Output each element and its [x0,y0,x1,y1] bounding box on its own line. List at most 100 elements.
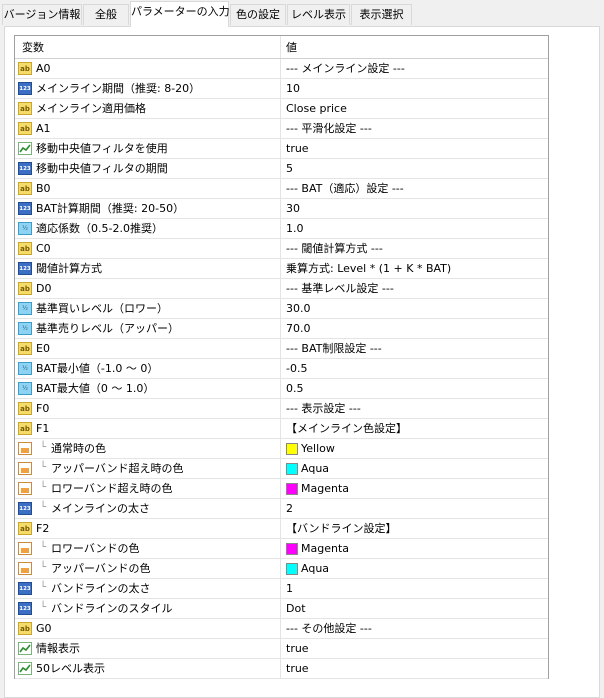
parameter-value-cell[interactable]: 30 [281,199,548,218]
parameter-row[interactable]: 50レベル表示 true [15,659,548,679]
parameter-value-cell[interactable]: 2 [281,499,548,518]
column-header-value[interactable]: 値 [281,36,548,58]
parameter-row[interactable]: 123 移動中央値フィルタの期間 5 [15,159,548,179]
parameter-row[interactable]: ½ 基準売りレベル（アッパー） 70.0 [15,319,548,339]
parameter-value-cell[interactable]: 0.5 [281,379,548,398]
color-swatch[interactable] [286,443,298,455]
parameter-name-cell[interactable]: ½ 基準売りレベル（アッパー） [15,319,281,338]
tab-visualization[interactable]: 表示選択 [351,4,412,25]
parameter-value-cell[interactable]: --- BAT制限設定 --- [281,339,548,358]
parameter-row[interactable]: ab B0 --- BAT（適応）設定 --- [15,179,548,199]
parameter-name-cell[interactable]: 123 └ メインラインの太さ [15,499,281,518]
parameter-value-cell[interactable]: 1.0 [281,219,548,238]
parameter-value-cell[interactable]: --- その他設定 --- [281,619,548,638]
color-swatch[interactable] [286,563,298,575]
parameter-value-cell[interactable]: 【メインライン色設定】 [281,419,548,438]
parameter-name-cell[interactable]: 123 └ バンドラインの太さ [15,579,281,598]
parameter-value-cell[interactable]: Close price [281,99,548,118]
parameter-value-cell[interactable]: --- BAT（適応）設定 --- [281,179,548,198]
parameter-row[interactable]: ½ 適応係数（0.5-2.0推奨） 1.0 [15,219,548,239]
parameter-row[interactable]: 移動中央値フィルタを使用 true [15,139,548,159]
parameter-value-cell[interactable]: Magenta [281,539,548,558]
parameter-name-cell[interactable]: └ アッパーバンドの色 [15,559,281,578]
parameter-row[interactable]: ½ BAT最小値（-1.0 〜 0） -0.5 [15,359,548,379]
parameter-value-cell[interactable]: --- 閾値計算方式 --- [281,239,548,258]
parameter-name-cell[interactable]: ab G0 [15,619,281,638]
parameter-row[interactable]: 情報表示 true [15,639,548,659]
parameter-name-cell[interactable]: ab F0 [15,399,281,418]
parameter-row[interactable]: 123 BAT計算期間（推奨: 20-50） 30 [15,199,548,219]
parameter-value-cell[interactable]: --- 平滑化設定 --- [281,119,548,138]
parameter-name-cell[interactable]: ½ 基準買いレベル（ロワー） [15,299,281,318]
parameter-name-cell[interactable]: ab メインライン適用価格 [15,99,281,118]
parameter-row[interactable]: ab D0 --- 基準レベル設定 --- [15,279,548,299]
parameter-name-cell[interactable]: 123 BAT計算期間（推奨: 20-50） [15,199,281,218]
parameter-name-cell[interactable]: 移動中央値フィルタを使用 [15,139,281,158]
parameter-value-cell[interactable]: true [281,139,548,158]
color-swatch[interactable] [286,543,298,555]
parameter-name-cell[interactable]: └ アッパーバンド超え時の色 [15,459,281,478]
parameter-value-cell[interactable]: true [281,639,548,658]
parameter-value-cell[interactable]: --- 表示設定 --- [281,399,548,418]
parameter-row[interactable]: └ アッパーバンドの色 Aqua [15,559,548,579]
parameter-value-cell[interactable]: --- 基準レベル設定 --- [281,279,548,298]
parameter-row[interactable]: 123 メインライン期間（推奨: 8-20） 10 [15,79,548,99]
parameter-name-cell[interactable]: └ ロワーバンド超え時の色 [15,479,281,498]
parameter-row[interactable]: 123 └ メインラインの太さ 2 [15,499,548,519]
parameter-row[interactable]: └ アッパーバンド超え時の色 Aqua [15,459,548,479]
parameter-value-cell[interactable]: Magenta [281,479,548,498]
parameter-name-cell[interactable]: 50レベル表示 [15,659,281,678]
parameter-row[interactable]: └ ロワーバンド超え時の色 Magenta [15,479,548,499]
tab-levels[interactable]: レベル表示 [287,4,350,25]
parameter-name-cell[interactable]: ab A0 [15,59,281,78]
tab-version-info[interactable]: バージョン情報 [2,4,82,25]
parameter-row[interactable]: ab F2 【バンドライン設定】 [15,519,548,539]
parameter-name-cell[interactable]: ab F2 [15,519,281,538]
parameter-row[interactable]: 123 閾値計算方式 乗算方式: Level * (1 + K * BAT) [15,259,548,279]
parameter-row[interactable]: ab G0 --- その他設定 --- [15,619,548,639]
parameter-row[interactable]: └ 通常時の色 Yellow [15,439,548,459]
parameter-row[interactable]: ab E0 --- BAT制限設定 --- [15,339,548,359]
parameter-name-cell[interactable]: └ ロワーバンドの色 [15,539,281,558]
parameter-value-cell[interactable]: 30.0 [281,299,548,318]
color-swatch[interactable] [286,463,298,475]
column-header-variable[interactable]: 変数 [15,36,281,58]
parameter-name-cell[interactable]: 123 閾値計算方式 [15,259,281,278]
parameter-row[interactable]: ab A0 --- メインライン設定 --- [15,59,548,79]
tab-general[interactable]: 全般 [83,4,129,25]
parameter-row[interactable]: ½ 基準買いレベル（ロワー） 30.0 [15,299,548,319]
parameter-name-cell[interactable]: ab A1 [15,119,281,138]
parameter-value-cell[interactable]: -0.5 [281,359,548,378]
parameter-row[interactable]: ab メインライン適用価格 Close price [15,99,548,119]
parameter-row[interactable]: 123 └ バンドラインの太さ 1 [15,579,548,599]
parameter-row[interactable]: ab F0 --- 表示設定 --- [15,399,548,419]
parameter-name-cell[interactable]: └ 通常時の色 [15,439,281,458]
parameter-value-cell[interactable]: 【バンドライン設定】 [281,519,548,538]
parameter-name-cell[interactable]: ½ BAT最大値（0 〜 1.0） [15,379,281,398]
parameter-value-cell[interactable]: 10 [281,79,548,98]
parameter-row[interactable]: ½ BAT最大値（0 〜 1.0） 0.5 [15,379,548,399]
parameter-name-cell[interactable]: 123 移動中央値フィルタの期間 [15,159,281,178]
parameter-name-cell[interactable]: ab C0 [15,239,281,258]
parameter-name-cell[interactable]: 123 メインライン期間（推奨: 8-20） [15,79,281,98]
parameter-row[interactable]: └ ロワーバンドの色 Magenta [15,539,548,559]
parameter-value-cell[interactable]: 70.0 [281,319,548,338]
parameter-value-cell[interactable]: 乗算方式: Level * (1 + K * BAT) [281,259,548,278]
parameter-value-cell[interactable]: Aqua [281,459,548,478]
parameter-name-cell[interactable]: ab D0 [15,279,281,298]
parameter-value-cell[interactable]: true [281,659,548,678]
parameter-row[interactable]: ab C0 --- 閾値計算方式 --- [15,239,548,259]
parameter-name-cell[interactable]: ½ 適応係数（0.5-2.0推奨） [15,219,281,238]
parameter-row[interactable]: ab A1 --- 平滑化設定 --- [15,119,548,139]
parameter-value-cell[interactable]: 1 [281,579,548,598]
parameter-name-cell[interactable]: 123 └ バンドラインのスタイル [15,599,281,618]
tab-colors[interactable]: 色の設定 [230,4,286,25]
parameter-name-cell[interactable]: ab E0 [15,339,281,358]
parameter-value-cell[interactable]: Dot [281,599,548,618]
parameter-value-cell[interactable]: --- メインライン設定 --- [281,59,548,78]
parameter-name-cell[interactable]: ½ BAT最小値（-1.0 〜 0） [15,359,281,378]
parameter-value-cell[interactable]: Aqua [281,559,548,578]
parameter-name-cell[interactable]: ab F1 [15,419,281,438]
parameter-name-cell[interactable]: ab B0 [15,179,281,198]
tab-parameters[interactable]: パラメーターの入力 [130,1,230,27]
